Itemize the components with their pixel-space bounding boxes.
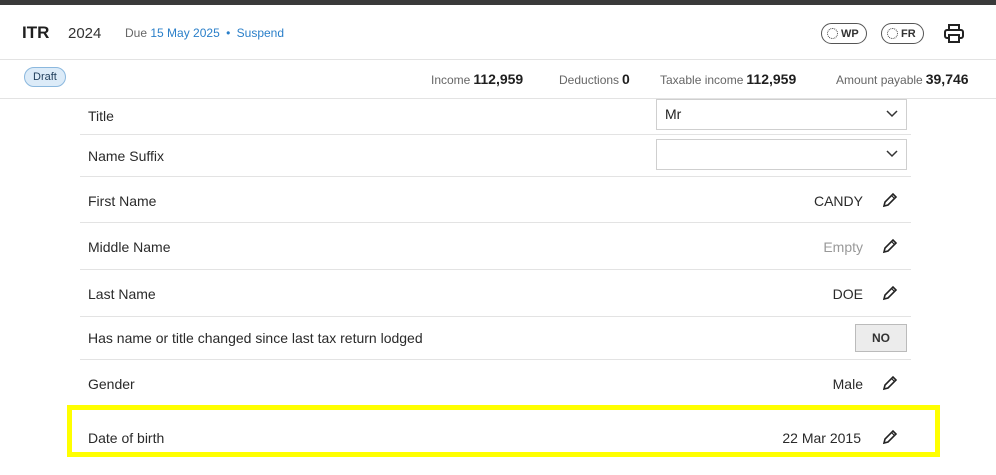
name-changed-row: Has name or title changed since last tax… xyxy=(80,317,911,360)
amount-payable-label: Amount payable xyxy=(836,73,923,87)
due-prefix: Due xyxy=(125,26,148,40)
highlight-box xyxy=(67,405,940,457)
return-type: ITR xyxy=(22,23,50,42)
taxable-income-stat: Taxable income 112,959 xyxy=(660,71,796,87)
wp-button[interactable]: WP xyxy=(821,23,867,44)
amount-payable-stat: Amount payable 39,746 xyxy=(836,71,969,87)
printer-icon[interactable] xyxy=(942,22,966,46)
return-year: 2024 xyxy=(68,25,102,42)
summary-bar: Draft Income 112,959 Deductions 0 Taxable … xyxy=(0,61,996,99)
title-select[interactable]: Mr xyxy=(656,99,907,130)
deductions-stat: Deductions 0 xyxy=(559,71,630,87)
middle-name-value: Empty xyxy=(823,239,863,255)
due-separator: • xyxy=(226,26,231,40)
last-name-row: Last Name DOE xyxy=(80,270,911,317)
gender-row: Gender Male xyxy=(80,360,911,406)
title-select-value: Mr xyxy=(665,106,682,122)
income-stat: Income 112,959 xyxy=(431,71,523,87)
last-name-label: Last Name xyxy=(88,286,156,302)
middle-name-label: Middle Name xyxy=(88,239,171,255)
income-label: Income xyxy=(431,73,471,87)
wp-status-icon xyxy=(827,28,838,39)
title-label: Title xyxy=(88,108,114,124)
return-header: ITR 2024 Due 15 May 2025 • Suspend WP FR xyxy=(0,5,996,60)
taxable-income-label: Taxable income xyxy=(660,73,744,87)
name-suffix-row: Name Suffix xyxy=(80,135,911,177)
taxable-income-value: 112,959 xyxy=(746,71,797,87)
last-name-value: DOE xyxy=(832,286,863,302)
fr-status-icon xyxy=(887,28,898,39)
amount-payable-value: 39,746 xyxy=(925,71,969,87)
first-name-value: CANDY xyxy=(813,193,863,209)
name-suffix-select[interactable] xyxy=(656,139,907,170)
first-name-label: First Name xyxy=(88,193,157,209)
due-info: Due 15 May 2025 • Suspend xyxy=(125,26,284,40)
gender-label: Gender xyxy=(88,376,135,392)
edit-pencil-icon[interactable] xyxy=(881,192,898,209)
fr-button[interactable]: FR xyxy=(881,23,924,44)
income-value: 112,959 xyxy=(473,71,524,87)
status-badge: Draft xyxy=(24,67,66,87)
deductions-value: 0 xyxy=(622,71,630,87)
suspend-link[interactable]: Suspend xyxy=(237,26,284,40)
wp-label: WP xyxy=(841,27,859,40)
due-date: 15 May 2025 xyxy=(150,26,220,40)
name-suffix-label: Name Suffix xyxy=(88,148,164,164)
gender-value: Male xyxy=(832,376,863,392)
edit-pencil-icon[interactable] xyxy=(881,285,898,302)
name-changed-label: Has name or title changed since last tax… xyxy=(88,330,423,346)
middle-name-row: Middle Name Empty xyxy=(80,223,911,270)
edit-pencil-icon[interactable] xyxy=(881,375,898,392)
title-row: Title Mr xyxy=(80,99,911,135)
chevron-down-icon xyxy=(886,150,898,158)
edit-pencil-icon[interactable] xyxy=(881,238,898,255)
first-name-row: First Name CANDY xyxy=(80,177,911,223)
deductions-label: Deductions xyxy=(559,73,620,87)
name-changed-toggle[interactable]: NO xyxy=(855,324,907,352)
chevron-down-icon xyxy=(886,110,898,118)
fr-label: FR xyxy=(901,27,916,40)
